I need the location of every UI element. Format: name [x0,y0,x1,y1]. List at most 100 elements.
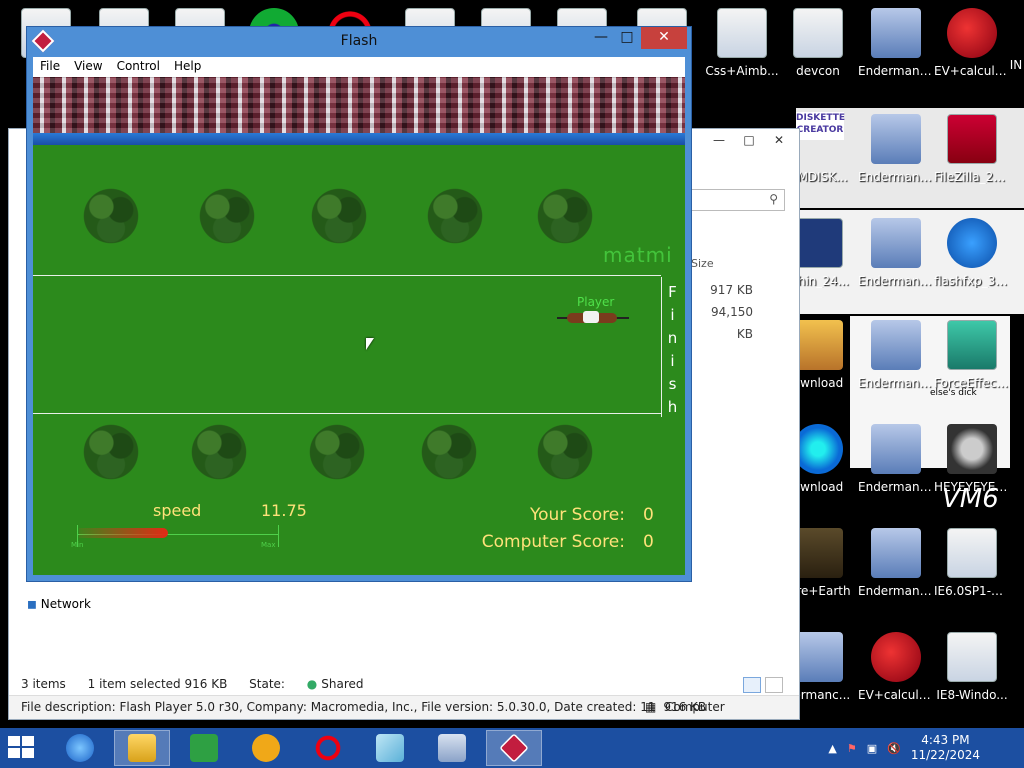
desktop-icon-label: Endermanc... [858,584,934,598]
desktop-icon-endermanch[interactable]: Endermanc... [858,424,934,514]
desktop-icon-label: Endermanc... [858,170,934,184]
location-label: Computer [665,700,725,714]
taskbar: ▲ ⚑ ▣ 🔇 4:43 PM 11/22/2024 [0,728,1024,768]
desktop-icon-label: EV+calculator [934,64,1010,78]
collage-note: else's dick [930,388,977,398]
volume-muted-icon[interactable]: 🔇 [887,742,901,755]
taskbar-gamepad[interactable] [238,730,294,766]
desktop-icon-label: Endermanc... [858,274,934,288]
large-icons-view-button[interactable] [765,677,783,693]
details-view-button[interactable] [743,677,761,693]
desktop-icon-endermanch[interactable]: Endermanc... [858,218,934,308]
menu-view[interactable]: View [67,57,109,77]
speed-min-label: Min [71,541,84,549]
folder-icon [128,734,156,762]
menu-file[interactable]: File [33,57,67,77]
menu-help[interactable]: Help [167,57,208,77]
desktop-icon-label: devcon [796,64,840,78]
computer-icon [793,632,843,682]
taskbar-file-explorer[interactable] [114,730,170,766]
bush [417,421,481,483]
file-description: File description: Flash Player 5.0 r30, … [21,700,656,714]
windows-logo-pane [8,736,20,746]
action-center-icon[interactable]: ⚑ [847,742,857,755]
desktop-icon-devcon[interactable]: devcon [780,8,856,98]
finish-letter: i [670,306,675,324]
network-icon[interactable]: ▣ [867,742,877,755]
taskbar-notepad[interactable] [362,730,418,766]
lane-bottom-line [33,413,661,414]
finish-letter: n [667,329,678,347]
jockey [583,311,599,323]
desktop-icon-ev-calculator[interactable]: EV+calculat... [858,632,934,722]
search-icon: ⚲ [769,192,778,206]
desktop-icon-label: IE8-Windo... [936,688,1008,702]
window-controls: — □ ✕ [705,131,793,149]
desktop-icon-label: Endermanc... [858,480,934,494]
desktop-icon-css-aimb[interactable]: Css+Aimb... [704,8,780,98]
finish-line: F i n i s h [661,277,683,417]
computer-icon [871,218,921,268]
filezilla-icon [947,114,997,164]
minimize-button[interactable]: — [705,131,733,149]
desktop-icon-label: EV+calculat... [858,688,934,702]
speed-meter: Min Max [71,525,279,549]
maximize-button[interactable]: □ [735,131,763,149]
desktop-icon-endermanch[interactable]: Endermanc... [858,8,934,98]
forceeffect-icon [947,320,997,370]
taskbar-store[interactable] [176,730,232,766]
size-column-header[interactable]: Size [691,257,714,270]
spartan-helmet-icon [947,8,997,58]
desktop-icon-in[interactable]: IN [1008,8,1024,98]
flash-player-window[interactable]: Flash — □ ✕ File View Control Help matmi [26,26,692,582]
mouse-cursor [366,338,374,350]
desktop-icon-endermanch[interactable]: Endermanc... [858,320,934,410]
shared-icon: ● [306,677,318,691]
speed-label: speed [153,501,202,520]
desktop-icon-ie8-windows[interactable]: IE8-Windo... [934,632,1010,722]
desktop-icon-label: IE6.0SP1-KB... [934,584,1010,598]
taskbar-opera[interactable] [300,730,356,766]
bush [79,421,143,483]
image-icon [793,528,843,578]
desktop-icon-label: Endermanc... [858,64,934,78]
notepad-icon [376,734,404,762]
clock[interactable]: 4:43 PM 11/22/2024 [911,733,980,763]
computer-icon [871,8,921,58]
desktop-icon-label: Endermanc... [858,376,934,390]
desktop-icon-filezilla[interactable]: FileZilla_2_2... [934,114,1010,204]
windows-logo-pane [22,736,34,746]
minimize-button[interactable]: — [589,27,613,49]
document-icon [717,8,767,58]
computer-score-label: Computer Score: [481,532,625,552]
crowd-stands [33,77,685,133]
start-button[interactable] [8,736,36,760]
taskbar-internet-explorer[interactable] [52,730,108,766]
nav-item-network[interactable]: ◼ Network [27,597,91,611]
desktop-icon-ie6sp1[interactable]: IE6.0SP1-KB... [934,528,1010,618]
search-input[interactable]: ⚲ [691,189,785,211]
desktop-icon-endermanch[interactable]: Endermanc... [858,114,934,204]
desktop-icon-endermanch[interactable]: Endermanc... [858,528,934,618]
close-button[interactable]: ✕ [641,27,687,49]
racetrack: matmi F i n i s h Player speed 11.75 Min… [33,145,685,575]
bush [533,421,597,483]
desktop-icon-flashfxp[interactable]: flashfxp_34... [934,218,1010,308]
document-icon [793,8,843,58]
title-bar[interactable]: Flash — □ ✕ [27,27,691,57]
game-stage[interactable]: matmi F i n i s h Player speed 11.75 Min… [33,77,685,575]
maximize-button[interactable]: □ [615,27,639,49]
nav-item-label: Network [40,597,91,611]
player-horse [557,311,629,325]
close-button[interactable]: ✕ [765,131,793,149]
show-hidden-icons-button[interactable]: ▲ [828,742,836,755]
desktop-icon-label: Css+Aimb... [705,64,779,78]
menu-control[interactable]: Control [110,57,167,77]
taskbar-task-manager[interactable] [424,730,480,766]
dolphin-icon [793,218,843,268]
computer-score-value: 0 [643,532,654,552]
taskbar-flash-player[interactable] [486,730,542,766]
desktop-icon-ev-calculator[interactable]: EV+calculator [934,8,1010,98]
file-size: 917 KB [710,283,753,297]
menu-bar: File View Control Help [33,57,685,77]
